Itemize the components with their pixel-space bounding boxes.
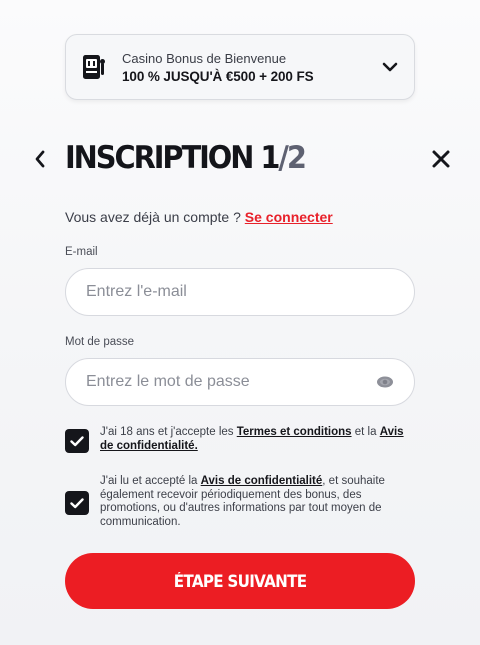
eye-icon[interactable] bbox=[376, 375, 394, 389]
consent-terms-text: J'ai 18 ans et j'accepte les Termes et c… bbox=[100, 426, 416, 453]
email-label: E-mail bbox=[65, 246, 98, 258]
consent-terms-row: J'ai 18 ans et j'accepte les Termes et c… bbox=[65, 426, 416, 453]
title-text: INSCRIPTION bbox=[65, 140, 254, 176]
email-field-wrapper bbox=[65, 268, 415, 316]
privacy-link-2[interactable]: Avis de confidentialité bbox=[201, 475, 323, 487]
close-icon[interactable] bbox=[428, 146, 454, 172]
consent-marketing-row: J'ai lu et accepté la Avis de confidenti… bbox=[65, 475, 416, 529]
consent-marketing-text: J'ai lu et accepté la Avis de confidenti… bbox=[100, 475, 416, 529]
step-current: 1 bbox=[260, 140, 280, 176]
password-field[interactable] bbox=[86, 373, 376, 391]
login-prompt: Vous avez déjà un compte ? Se connecter bbox=[65, 209, 333, 225]
bonus-subtitle: Casino Bonus de Bienvenue bbox=[122, 50, 287, 66]
page-title: INSCRIPTION 1/2 bbox=[65, 140, 307, 176]
terms-link[interactable]: Termes et conditions bbox=[237, 426, 352, 438]
consent-marketing-prefix: J'ai lu et accepté la bbox=[100, 475, 198, 487]
consent-terms-mid: et la bbox=[354, 426, 377, 438]
terms-checkbox[interactable] bbox=[65, 429, 89, 453]
marketing-checkbox[interactable] bbox=[65, 491, 89, 515]
password-label: Mot de passe bbox=[65, 336, 135, 348]
next-step-label: ÉTAPE SUIVANTE bbox=[173, 571, 307, 591]
chevron-down-icon[interactable] bbox=[380, 57, 400, 77]
login-link[interactable]: Se connecter bbox=[245, 209, 333, 225]
step-total: /2 bbox=[278, 140, 307, 176]
slot-machine-icon bbox=[83, 55, 105, 79]
bonus-banner[interactable]: Casino Bonus de Bienvenue 100 % JUSQU'À … bbox=[65, 34, 415, 100]
back-icon[interactable] bbox=[30, 148, 50, 170]
email-field[interactable] bbox=[86, 283, 394, 301]
consent-terms-prefix: J'ai 18 ans et j'accepte les bbox=[100, 426, 234, 438]
bonus-offer: 100 % JUSQU'À €500 + 200 FS bbox=[122, 68, 314, 84]
login-prompt-text: Vous avez déjà un compte ? bbox=[65, 209, 241, 225]
next-step-button[interactable]: ÉTAPE SUIVANTE bbox=[65, 553, 415, 609]
password-field-wrapper bbox=[65, 358, 415, 406]
